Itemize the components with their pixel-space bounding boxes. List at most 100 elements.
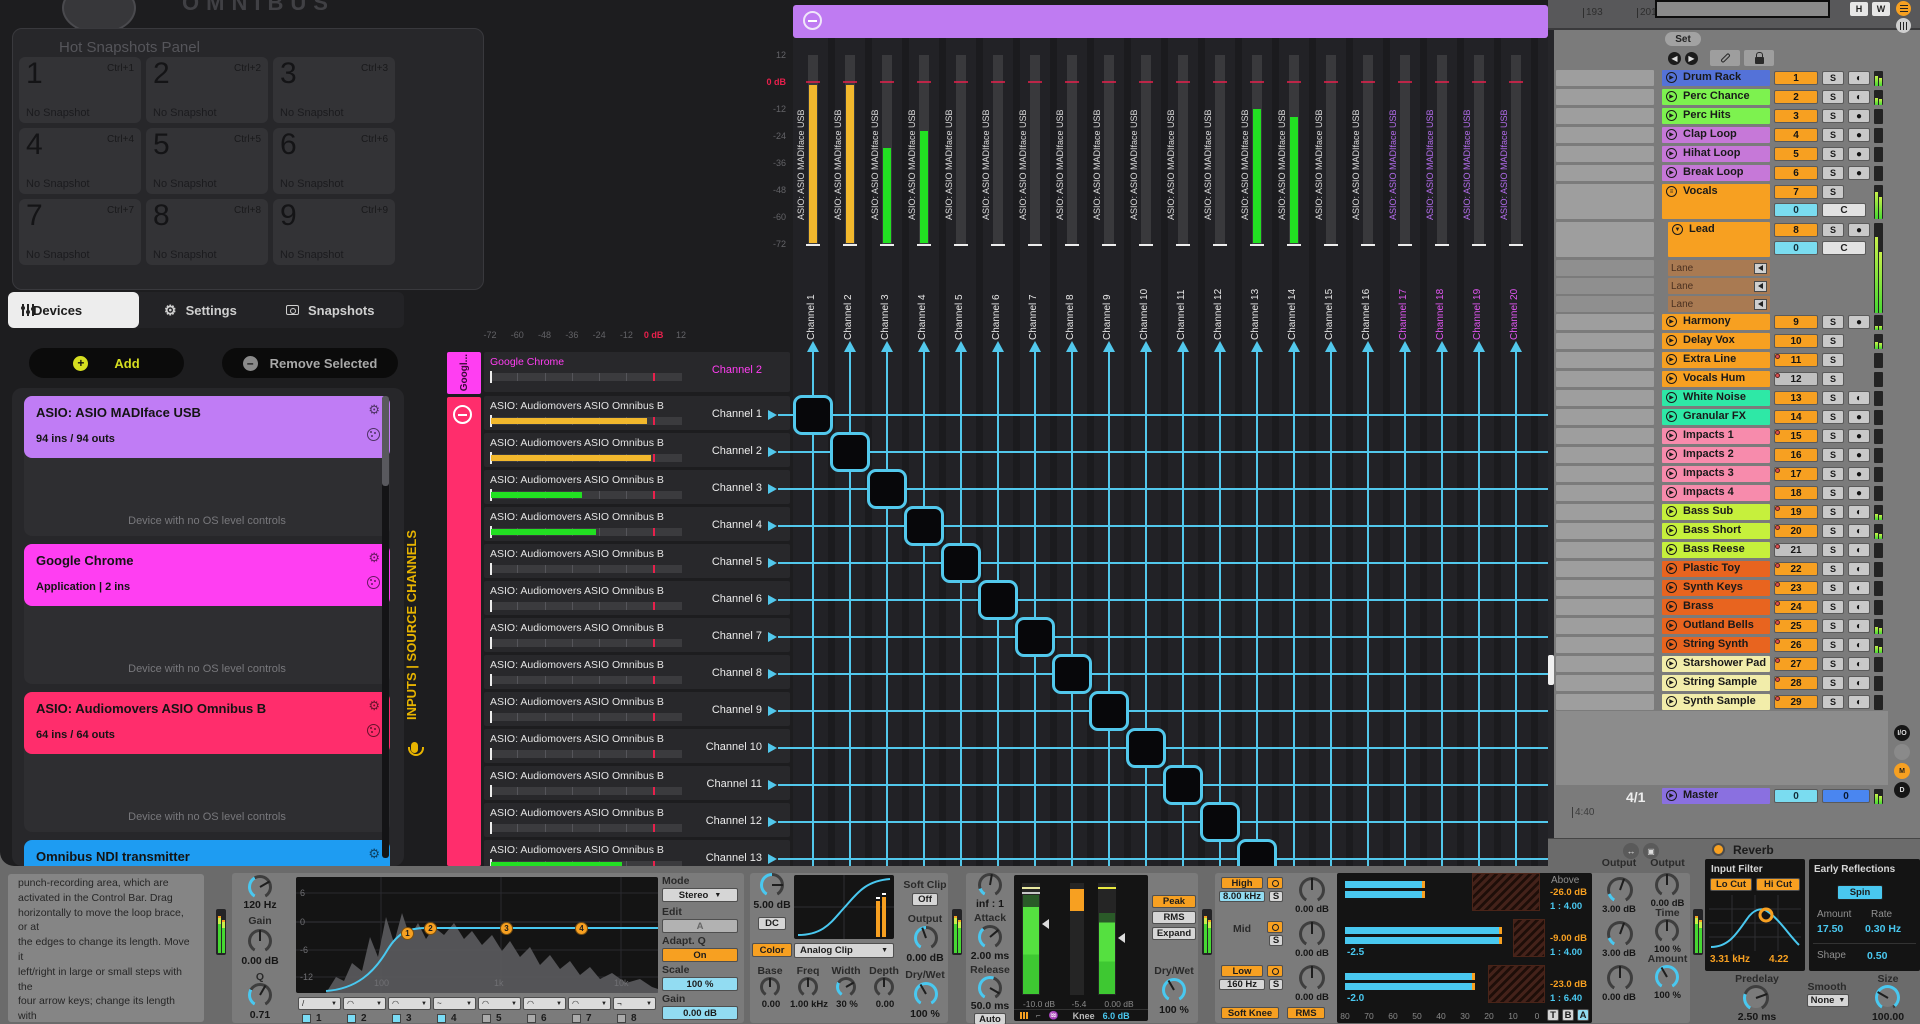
reverb-if-freq[interactable]: 3.31 kHz bbox=[1710, 954, 1750, 965]
track-row[interactable]: ▶Perc Hits3S● bbox=[1548, 108, 1920, 125]
monitor-button[interactable]: ● bbox=[1848, 448, 1870, 462]
speaker-icon[interactable] bbox=[1754, 263, 1767, 274]
matrix-crosspoint[interactable] bbox=[1052, 654, 1092, 694]
track-number[interactable]: 17 bbox=[1774, 467, 1818, 481]
solo-button[interactable]: S bbox=[1822, 676, 1844, 690]
monitor-button[interactable]: ● bbox=[1848, 315, 1870, 329]
track-row[interactable]: ▶Delay Vox10S bbox=[1548, 333, 1920, 350]
reverb-filter-curve[interactable] bbox=[1709, 895, 1801, 951]
mbd-band-solo[interactable]: S bbox=[1269, 891, 1283, 902]
mbd-above-threshold[interactable]: -23.0 dB bbox=[1550, 979, 1587, 990]
matrix-crosspoint[interactable] bbox=[830, 432, 870, 472]
track-row[interactable]: ▶Synth Sample29S◐ bbox=[1548, 694, 1920, 711]
sat-drive-knob[interactable] bbox=[760, 873, 784, 897]
matrix-crosspoint[interactable] bbox=[978, 580, 1018, 620]
solo-button[interactable]: S bbox=[1822, 619, 1844, 633]
eq-band-filter-select[interactable]: ¬▼ bbox=[613, 997, 656, 1010]
snapshot-slot[interactable]: 3Ctrl+3No Snapshot bbox=[273, 57, 395, 123]
reverb-hicut-toggle[interactable]: Hi Cut bbox=[1756, 878, 1800, 891]
track-name-block[interactable]: ▶Starshower Pad bbox=[1662, 656, 1770, 672]
device-card-header[interactable]: Google ChromeApplication | 2 ins⚙ bbox=[24, 544, 390, 606]
track-name-block[interactable]: ▶Bass Reese bbox=[1662, 542, 1770, 558]
mbd-display[interactable]: -26.0 dB1 : 4.00-2.5-9.00 dB1 : 4.00-2.0… bbox=[1337, 873, 1592, 1023]
track-number[interactable]: 28 bbox=[1774, 676, 1818, 690]
track-row[interactable]: ▶Plastic Toy22S◐ bbox=[1548, 561, 1920, 578]
track-number[interactable]: 4 bbox=[1774, 128, 1818, 142]
solo-button[interactable]: S bbox=[1822, 372, 1844, 386]
mbd-above-threshold[interactable]: -26.0 dB bbox=[1550, 887, 1587, 898]
eq-band-enable[interactable] bbox=[482, 1014, 491, 1023]
track-name-block[interactable]: ▶Impacts 4 bbox=[1662, 485, 1770, 501]
track-number[interactable]: 19 bbox=[1774, 505, 1818, 519]
solo-button[interactable]: S bbox=[1822, 353, 1844, 367]
clip-slot[interactable] bbox=[1556, 296, 1654, 312]
monitor-button[interactable]: ◐ bbox=[1848, 657, 1870, 671]
io-toggle-icon[interactable]: I/O bbox=[1894, 725, 1910, 741]
device-card[interactable]: Omnibus NDI transmitter⚙ bbox=[24, 840, 390, 866]
scrollbar-thumb[interactable] bbox=[1548, 655, 1554, 685]
track-number[interactable]: 15 bbox=[1774, 429, 1818, 443]
track-name-block[interactable]: ▶Break Loop bbox=[1662, 165, 1770, 181]
eq-outgain-value[interactable]: 0.00 dB bbox=[662, 1006, 738, 1020]
track-name-block[interactable]: ▶Delay Vox bbox=[1662, 333, 1770, 349]
speaker-icon[interactable] bbox=[1754, 299, 1767, 310]
track-row[interactable]: ▶Starshower Pad27S◐ bbox=[1548, 656, 1920, 673]
track-name-block[interactable]: ▶Plastic Toy bbox=[1662, 561, 1770, 577]
matrix-crosspoint[interactable] bbox=[941, 543, 981, 583]
mbd-above-ratio[interactable]: 1 : 6.40 bbox=[1550, 993, 1582, 1004]
sat-drywet-knob[interactable] bbox=[914, 982, 938, 1006]
monitor-button[interactable]: ● bbox=[1848, 486, 1870, 500]
eq-q-knob[interactable] bbox=[248, 983, 272, 1007]
sat-knob[interactable] bbox=[760, 977, 780, 997]
eq-band-filter-select[interactable]: ~▼ bbox=[433, 997, 476, 1010]
track-play-icon[interactable]: ▶ bbox=[1666, 696, 1677, 707]
device-card[interactable]: ASIO: Audiomovers ASIO Omnibus B64 ins /… bbox=[24, 692, 390, 832]
track-name-block[interactable]: ▶Synth Keys bbox=[1662, 580, 1770, 596]
track-row[interactable]: ▶Impacts 418S● bbox=[1548, 485, 1920, 502]
mbd-softknee-toggle[interactable]: Soft Knee bbox=[1221, 1007, 1279, 1019]
track-row[interactable]: ≡Vocals7S0C bbox=[1548, 184, 1920, 220]
sat-softclip-toggle[interactable]: Off bbox=[912, 893, 938, 906]
track-name-block[interactable]: ▶Hihat Loop bbox=[1662, 146, 1770, 162]
master-play-icon[interactable]: ▶ bbox=[1666, 790, 1677, 801]
track-row[interactable]: ▶Break Loop6S● bbox=[1548, 165, 1920, 182]
mbd-band-power[interactable] bbox=[1267, 877, 1283, 889]
solo-button[interactable]: S bbox=[1822, 638, 1844, 652]
track-number[interactable]: 2 bbox=[1774, 90, 1818, 104]
tab-snapshots[interactable]: Snapshots bbox=[272, 292, 404, 328]
snapshot-slot[interactable]: 4Ctrl+4No Snapshot bbox=[19, 128, 141, 194]
reverb-spin-toggle[interactable]: Spin bbox=[1837, 885, 1883, 900]
sat-shape-select[interactable]: Analog Clip▼ bbox=[794, 943, 894, 958]
eq-band-node[interactable]: 3 bbox=[500, 922, 513, 935]
mbd-rms-toggle[interactable]: RMS bbox=[1287, 1007, 1325, 1019]
mbd-band-gain-knob[interactable] bbox=[1299, 877, 1325, 903]
track-number[interactable]: 14 bbox=[1774, 410, 1818, 424]
track-number[interactable]: 1 bbox=[1774, 71, 1818, 85]
matrix-crosspoint[interactable] bbox=[1163, 765, 1203, 805]
track-play-icon[interactable]: ▶ bbox=[1666, 449, 1677, 460]
device-card[interactable]: ASIO: ASIO MADIface USB94 ins / 94 outs⚙… bbox=[24, 396, 390, 536]
eq-band-filter-select[interactable]: ◠▼ bbox=[343, 997, 386, 1010]
track-row[interactable]: ▶Impacts 115S● bbox=[1548, 428, 1920, 445]
eq-band-enable[interactable] bbox=[572, 1014, 581, 1023]
track-play-icon[interactable]: ▶ bbox=[1666, 563, 1677, 574]
palette-icon[interactable] bbox=[367, 576, 380, 589]
eq-spectrum-display[interactable]: 60-6-121001k10k1234 bbox=[296, 877, 658, 993]
matrix-crosspoint[interactable] bbox=[1200, 802, 1240, 842]
track-play-icon[interactable]: ▶ bbox=[1666, 110, 1677, 121]
mbd-band-power[interactable] bbox=[1267, 965, 1283, 977]
monitor-button[interactable]: ◐ bbox=[1848, 524, 1870, 538]
mbd-above-ratio[interactable]: 1 : 4.00 bbox=[1550, 947, 1582, 958]
track-name-block[interactable]: ▶Vocals Hum bbox=[1662, 371, 1770, 387]
track-number[interactable]: 26 bbox=[1774, 638, 1818, 652]
reverb-spin-rate[interactable]: 0.30 Hz bbox=[1865, 923, 1901, 935]
comp-knee-value[interactable]: 6.0 dB bbox=[1103, 1011, 1130, 1021]
mbd-band-freq[interactable]: 160 Hz bbox=[1219, 979, 1265, 990]
track-crossfade[interactable]: C bbox=[1822, 203, 1866, 217]
eq-band-filter-select[interactable]: ◠▼ bbox=[478, 997, 521, 1010]
track-name-block[interactable]: ▶Impacts 1 bbox=[1662, 428, 1770, 444]
reverb-locut-toggle[interactable]: Lo Cut bbox=[1710, 878, 1752, 891]
clip-slot[interactable] bbox=[1556, 278, 1654, 294]
track-row[interactable]: ▶String Sample28S◐ bbox=[1548, 675, 1920, 692]
track-play-icon[interactable]: ▶ bbox=[1666, 72, 1677, 83]
